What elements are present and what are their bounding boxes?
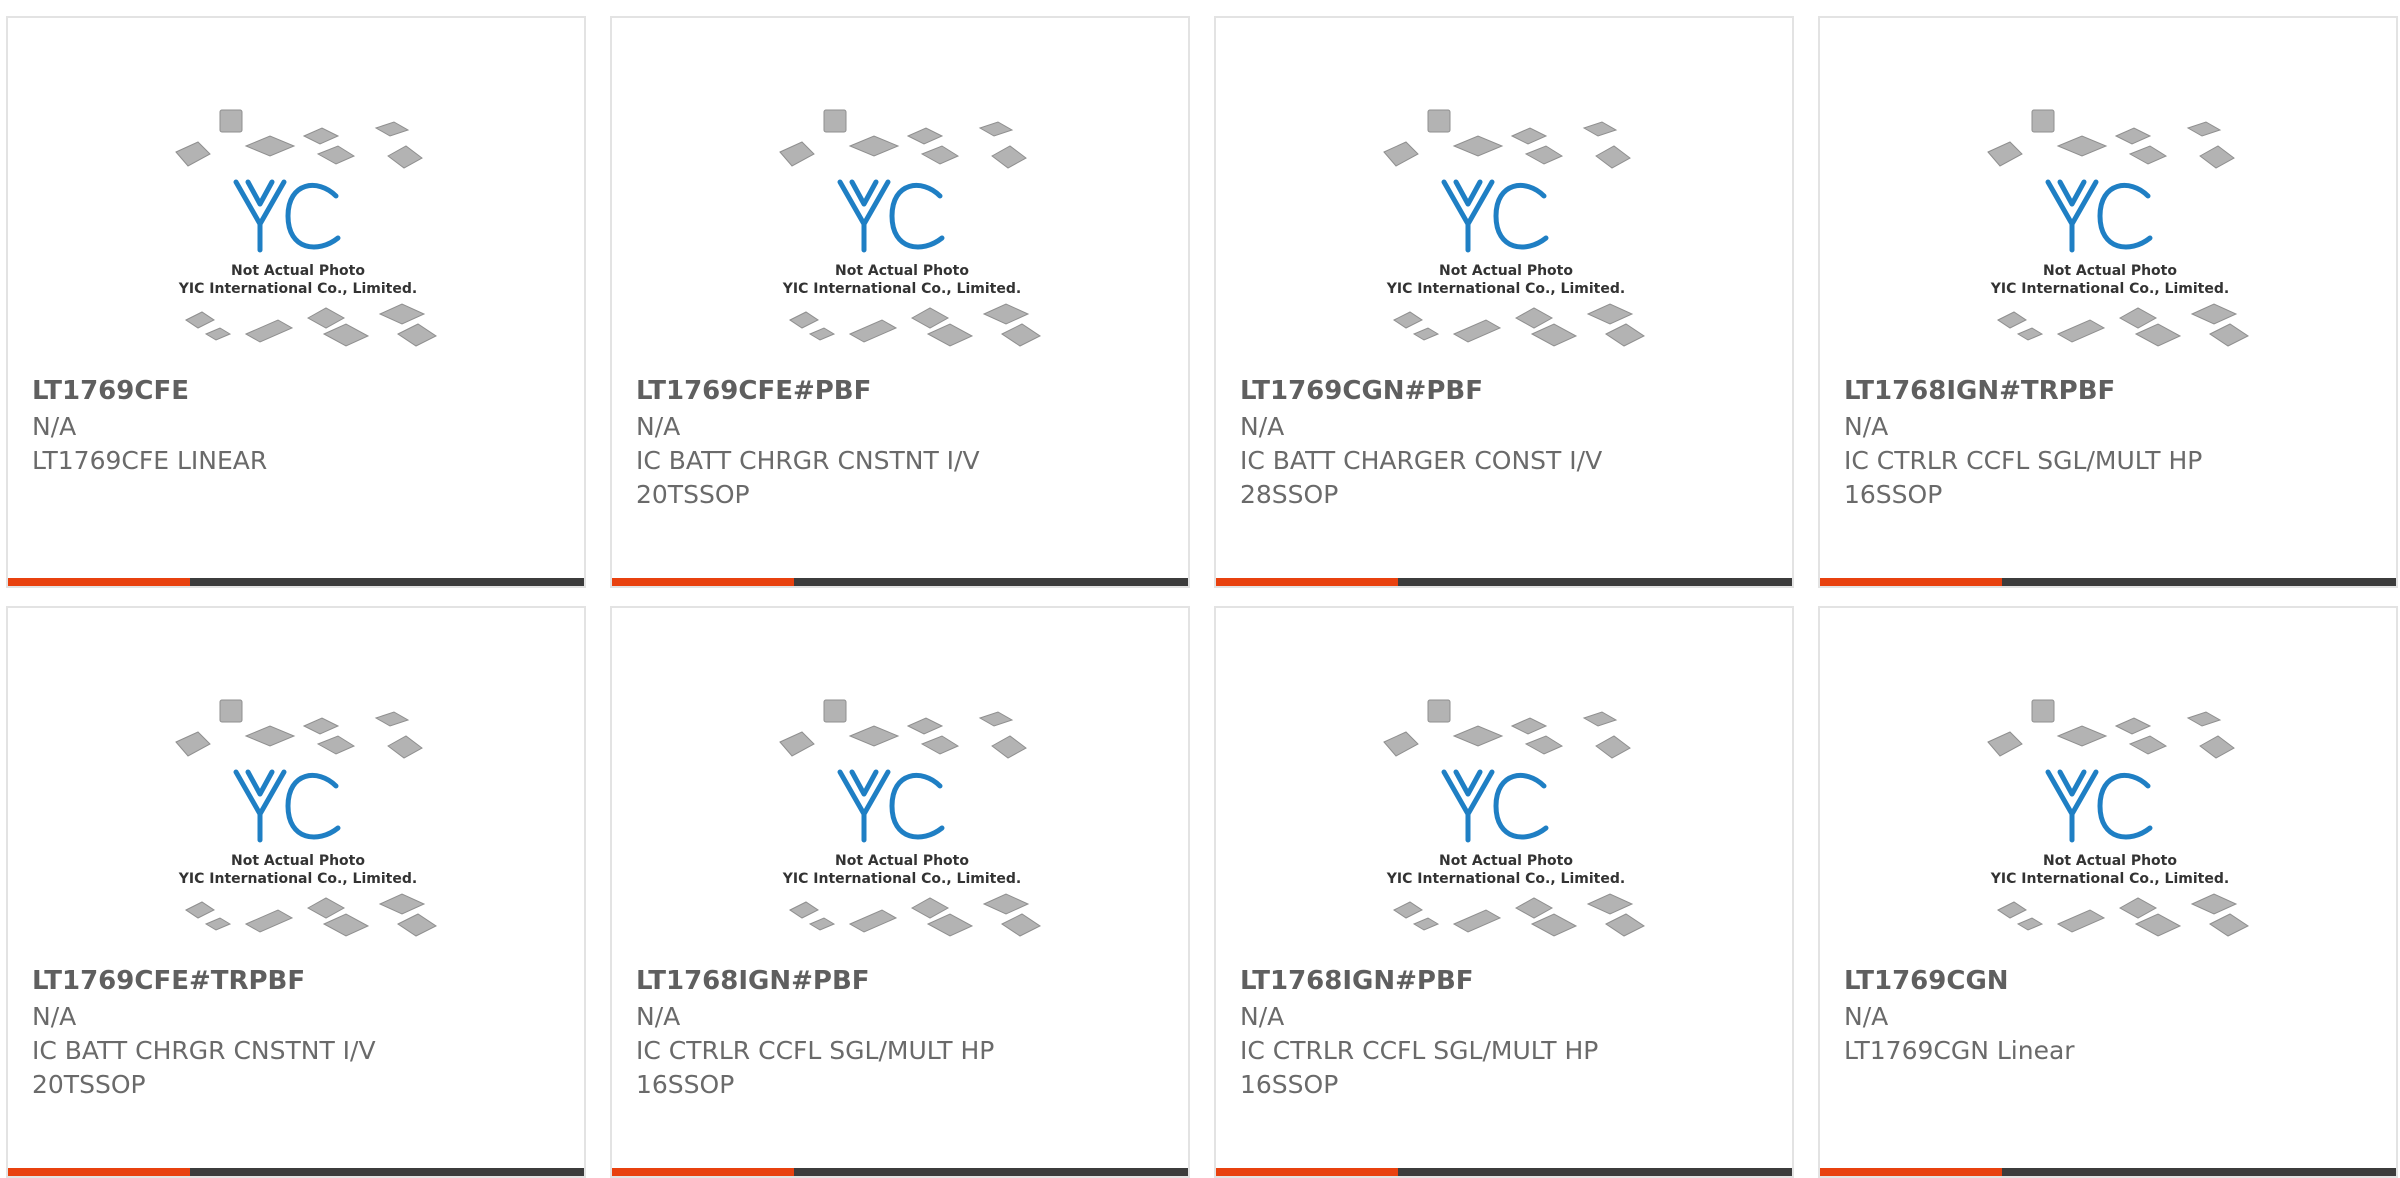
description-line-1: LT1769CFE LINEAR — [32, 446, 268, 475]
product-card[interactable]: Not Actual Photo YIC International Co., … — [1818, 606, 2398, 1178]
card-accent — [1820, 578, 2002, 586]
svg-text:Not Actual Photo: Not Actual Photo — [2043, 263, 2177, 279]
description-line-2: 16SSOP — [636, 1070, 735, 1099]
description-line-2: 20TSSOP — [636, 480, 750, 509]
card-accent — [1216, 1168, 1398, 1176]
svg-text:YIC International Co., Limited: YIC International Co., Limited. — [178, 281, 417, 297]
card-bottom-bar — [8, 1168, 584, 1176]
manufacturer: N/A — [1844, 412, 1889, 441]
svg-text:YIC International Co., Limited: YIC International Co., Limited. — [1990, 871, 2229, 887]
manufacturer: N/A — [636, 1002, 681, 1031]
svg-text:Not Actual Photo: Not Actual Photo — [835, 853, 969, 869]
card-bottom-bar — [1820, 1168, 2396, 1176]
svg-text:YIC International Co., Limited: YIC International Co., Limited. — [1990, 281, 2229, 297]
card-bottom-bar — [1216, 578, 1792, 586]
description-line-1: IC CTRLR CCFL SGL/MULT HP — [1240, 1036, 1599, 1065]
product-card[interactable]: Not Actual Photo YIC International Co., … — [1214, 16, 1794, 588]
description-line-1: IC BATT CHARGER CONST I/V — [1240, 446, 1603, 475]
manufacturer: N/A — [1240, 412, 1285, 441]
manufacturer: N/A — [1240, 1002, 1285, 1031]
svg-text:YIC International Co., Limited: YIC International Co., Limited. — [178, 871, 417, 887]
product-card[interactable]: Not Actual Photo YIC International Co., … — [610, 606, 1190, 1178]
card-accent — [8, 578, 190, 586]
manufacturer: N/A — [1844, 1002, 1889, 1031]
svg-text:Not Actual Photo: Not Actual Photo — [1439, 263, 1573, 279]
card-bottom-bar — [1820, 578, 2396, 586]
card-bottom-bar — [612, 578, 1188, 586]
svg-text:YIC International Co., Limited: YIC International Co., Limited. — [1386, 871, 1625, 887]
description-line-1: IC BATT CHRGR CNSTNT I/V — [636, 446, 980, 475]
description-line-1: LT1769CGN Linear — [1844, 1036, 2075, 1065]
product-thumbnail: Not Actual Photo YIC International Co., … — [752, 98, 1052, 368]
description-line-1: IC BATT CHRGR CNSTNT I/V — [32, 1036, 376, 1065]
part-number[interactable]: LT1768IGN#TRPBF — [1844, 374, 2376, 410]
manufacturer: N/A — [32, 412, 77, 441]
description-line-2: 20TSSOP — [32, 1070, 146, 1099]
part-number[interactable]: LT1768IGN#PBF — [636, 964, 1168, 1000]
description-line-1: IC CTRLR CCFL SGL/MULT HP — [1844, 446, 2203, 475]
svg-text:Not Actual Photo: Not Actual Photo — [835, 263, 969, 279]
svg-text:YIC International Co., Limited: YIC International Co., Limited. — [782, 281, 1021, 297]
product-card[interactable]: Not Actual Photo YIC International Co., … — [610, 16, 1190, 588]
svg-text:Not Actual Photo: Not Actual Photo — [1439, 853, 1573, 869]
part-number[interactable]: LT1769CFE — [32, 374, 564, 410]
manufacturer: N/A — [636, 412, 681, 441]
product-card[interactable]: Not Actual Photo YIC International Co., … — [1818, 16, 2398, 588]
description-line-2: 16SSOP — [1240, 1070, 1339, 1099]
product-thumbnail: Not Actual Photo YIC International Co., … — [1356, 688, 1656, 958]
part-number[interactable]: LT1769CFE#TRPBF — [32, 964, 564, 1000]
product-thumbnail: Not Actual Photo YIC International Co., … — [148, 688, 448, 958]
svg-text:YIC International Co., Limited: YIC International Co., Limited. — [782, 871, 1021, 887]
description-line-2: 28SSOP — [1240, 480, 1339, 509]
product-thumbnail: Not Actual Photo YIC International Co., … — [752, 688, 1052, 958]
svg-text:Not Actual Photo: Not Actual Photo — [231, 853, 365, 869]
card-accent — [1216, 578, 1398, 586]
card-accent — [612, 578, 794, 586]
product-card[interactable]: Not Actual Photo YIC International Co., … — [1214, 606, 1794, 1178]
part-number[interactable]: LT1768IGN#PBF — [1240, 964, 1772, 1000]
product-thumbnail: Not Actual Photo YIC International Co., … — [148, 98, 448, 368]
card-accent — [612, 1168, 794, 1176]
card-bottom-bar — [8, 578, 584, 586]
part-number[interactable]: LT1769CGN#PBF — [1240, 374, 1772, 410]
card-accent — [8, 1168, 190, 1176]
svg-text:YIC International Co., Limited: YIC International Co., Limited. — [1386, 281, 1625, 297]
card-accent — [1820, 1168, 2002, 1176]
manufacturer: N/A — [32, 1002, 77, 1031]
part-number[interactable]: LT1769CFE#PBF — [636, 374, 1168, 410]
card-bottom-bar — [1216, 1168, 1792, 1176]
product-thumbnail: Not Actual Photo YIC International Co., … — [1356, 98, 1656, 368]
description-line-1: IC CTRLR CCFL SGL/MULT HP — [636, 1036, 995, 1065]
product-thumbnail: Not Actual Photo YIC International Co., … — [1960, 688, 2260, 958]
product-grid: Not Actual Photo YIC International Co., … — [0, 0, 2400, 1178]
product-card[interactable]: Not Actual Photo YIC International Co., … — [6, 606, 586, 1178]
product-thumbnail: Not Actual Photo YIC International Co., … — [1960, 98, 2260, 368]
svg-text:Not Actual Photo: Not Actual Photo — [2043, 853, 2177, 869]
card-bottom-bar — [612, 1168, 1188, 1176]
svg-text:Not Actual Photo: Not Actual Photo — [231, 263, 365, 279]
description-line-2: 16SSOP — [1844, 480, 1943, 509]
part-number[interactable]: LT1769CGN — [1844, 964, 2376, 1000]
product-card[interactable]: Not Actual Photo YIC International Co., … — [6, 16, 586, 588]
